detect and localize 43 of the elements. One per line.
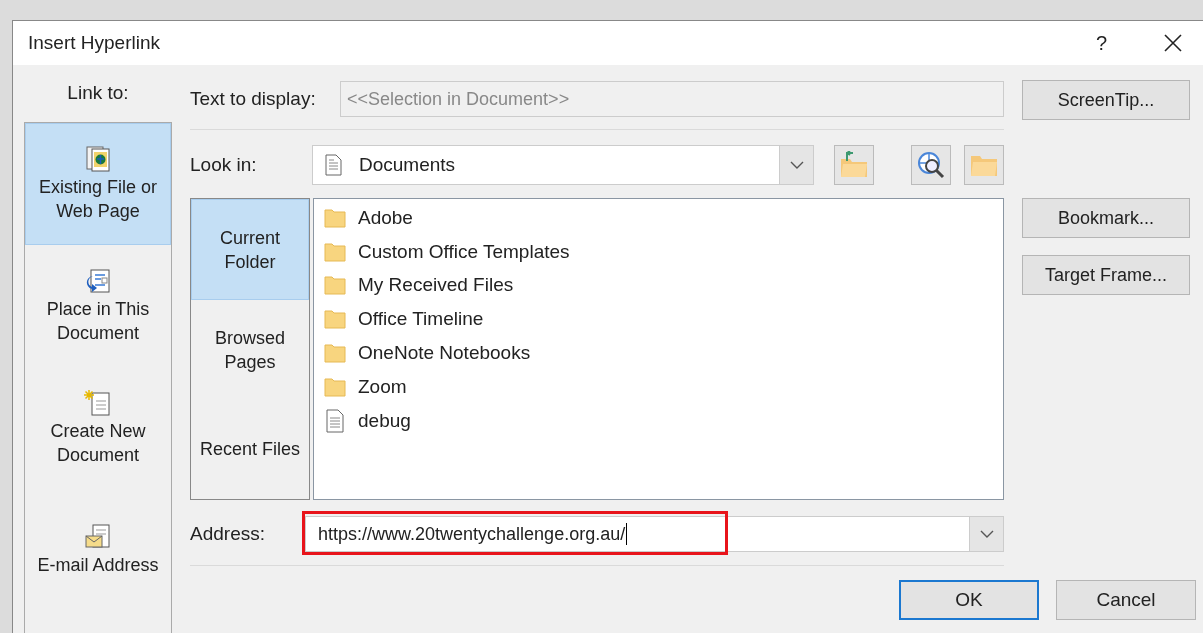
target-frame-button[interactable]: Target Frame... [1022, 255, 1190, 295]
file-list-item[interactable]: debug [358, 409, 411, 432]
email-document-icon [84, 523, 112, 551]
browse-tab[interactable]: Current Folder [191, 199, 309, 301]
folder-icon [324, 343, 346, 364]
dialog-button[interactable]: OK [899, 580, 1039, 620]
look-in-label: Look in: [190, 154, 258, 176]
folder-icon [324, 275, 346, 296]
web-file-icon [85, 145, 111, 173]
dialog-button[interactable]: Cancel [1056, 580, 1196, 620]
file-list-item[interactable]: Custom Office Templates [358, 240, 570, 263]
folder-icon [324, 376, 346, 397]
look-in-dropdown[interactable]: Documents [312, 145, 814, 185]
link-type-item[interactable]: Create New Document [25, 367, 171, 489]
text-to-display-label: Text to display: [190, 88, 317, 110]
file-list-item[interactable]: Zoom [358, 375, 407, 398]
bookmark-button[interactable]: Bookmark... [1022, 198, 1190, 238]
link-type-item[interactable]: Existing File or Web Page [25, 123, 171, 245]
folder-icon [324, 309, 346, 330]
browse-tab[interactable]: Recent Files [191, 399, 309, 499]
file-list-item[interactable]: Office Timeline [358, 308, 484, 331]
folder-icon [324, 207, 346, 228]
text-cursor [626, 523, 628, 545]
link-type-item[interactable]: E-mail Address [25, 489, 171, 611]
document-arrow-icon [84, 267, 112, 295]
file-list-item[interactable]: My Received Files [358, 274, 514, 297]
documents-icon [323, 154, 343, 176]
file-icon [324, 408, 346, 433]
browse-tab[interactable]: Browsed Pages [191, 300, 309, 400]
link-type-item[interactable]: Place in This Document [25, 245, 171, 367]
folder-up-icon [839, 151, 869, 179]
new-document-icon [84, 389, 112, 417]
browse-web-button[interactable] [911, 145, 951, 185]
window-title: Insert Hyperlink [28, 32, 160, 54]
help-button[interactable]: ? [1087, 31, 1115, 55]
file-list-item[interactable]: Adobe [358, 206, 413, 229]
screentip-button[interactable]: ScreenTip... [1022, 80, 1190, 120]
link-to-label: Link to: [66, 80, 130, 105]
address-label: Address: [190, 523, 266, 545]
folder-icon [324, 241, 346, 262]
file-list-item[interactable]: OneNote Notebooks [358, 342, 531, 365]
close-button[interactable] [1163, 33, 1183, 53]
globe-search-icon [916, 150, 946, 180]
